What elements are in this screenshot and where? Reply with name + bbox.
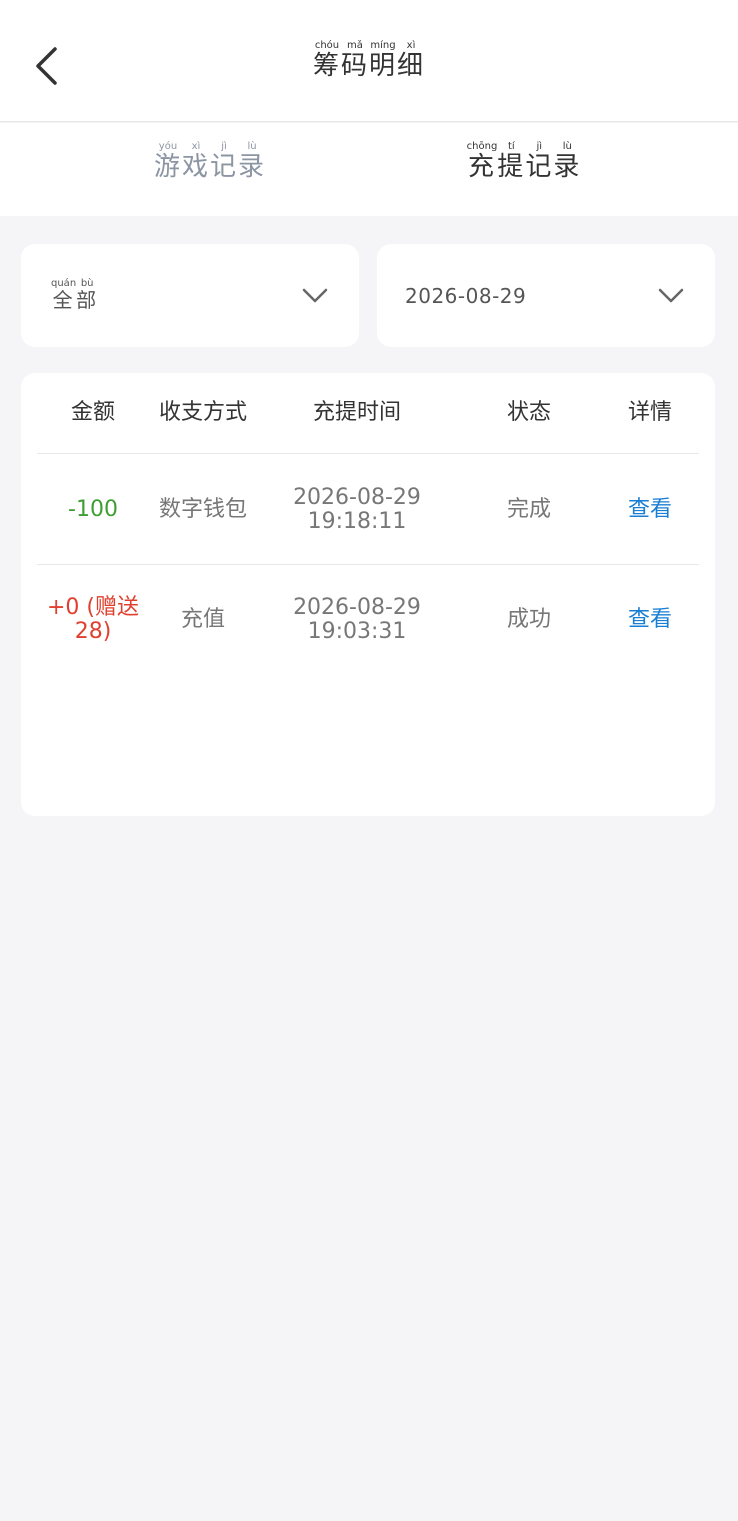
row-method: 充值	[180, 607, 225, 632]
chevron-down-icon	[658, 288, 684, 303]
type-filter-select[interactable]: 全quán部bù	[21, 244, 359, 347]
row-amount: +0 (赠送28)	[46, 595, 139, 644]
tab-deposit-withdraw-label: 充chōng提tí记jì录lù	[466, 141, 582, 182]
header-amount: 金额	[70, 400, 115, 425]
row-time: 2026-08-29 19:18:11	[257, 455, 457, 564]
date-filter-value: 2026-08-29	[405, 284, 527, 308]
row-date: 2026-08-29	[293, 595, 421, 620]
table-header: 金额 收支方式 充提时间 状态 详情	[37, 373, 699, 454]
chevron-down-icon	[302, 288, 328, 303]
date-filter-select[interactable]: 2026-08-29	[377, 244, 715, 347]
row-date: 2026-08-29	[293, 484, 421, 510]
page-title: 筹chóu码mǎ明míng细xì	[0, 40, 738, 82]
header-status: 状态	[506, 400, 551, 425]
view-detail-link[interactable]: 查看	[591, 455, 709, 564]
header-detail: 详情	[627, 400, 672, 425]
records-table: 金额 收支方式 充提时间 状态 详情 -100 数字钱包 2026-08-29 …	[21, 373, 715, 816]
header-time: 充提时间	[312, 400, 401, 425]
row-method: 数字钱包	[158, 496, 247, 522]
row-clock: 19:03:31	[307, 619, 407, 644]
tab-deposit-withdraw-records[interactable]: 充chōng提tí记jì录lù	[404, 141, 644, 183]
view-detail-link[interactable]: 查看	[591, 565, 709, 675]
tab-game-records[interactable]: 游yóu戏xì记jì录lù	[90, 141, 330, 183]
row-time: 2026-08-29 19:03:31	[257, 565, 457, 675]
row-clock: 19:18:11	[307, 508, 407, 534]
type-filter-value: 全quán部bù	[51, 278, 99, 312]
row-status: 成功	[506, 607, 551, 632]
header-method: 收支方式	[158, 400, 247, 425]
top-bar: 筹chóu码mǎ明míng细xì	[0, 0, 738, 122]
table-row: +0 (赠送28) 充值 2026-08-29 19:03:31 成功 查看	[37, 565, 699, 675]
table-row: -100 数字钱包 2026-08-29 19:18:11 完成 查看	[37, 455, 699, 565]
page-title-text: 筹chóu码mǎ明míng细xì	[312, 40, 426, 81]
tab-game-records-label: 游yóu戏xì记jì录lù	[153, 141, 267, 182]
row-status: 完成	[506, 496, 551, 522]
row-amount: -100	[68, 496, 118, 522]
record-tabs: 游yóu戏xì记jì录lù 充chōng提tí记jì录lù	[0, 123, 738, 216]
